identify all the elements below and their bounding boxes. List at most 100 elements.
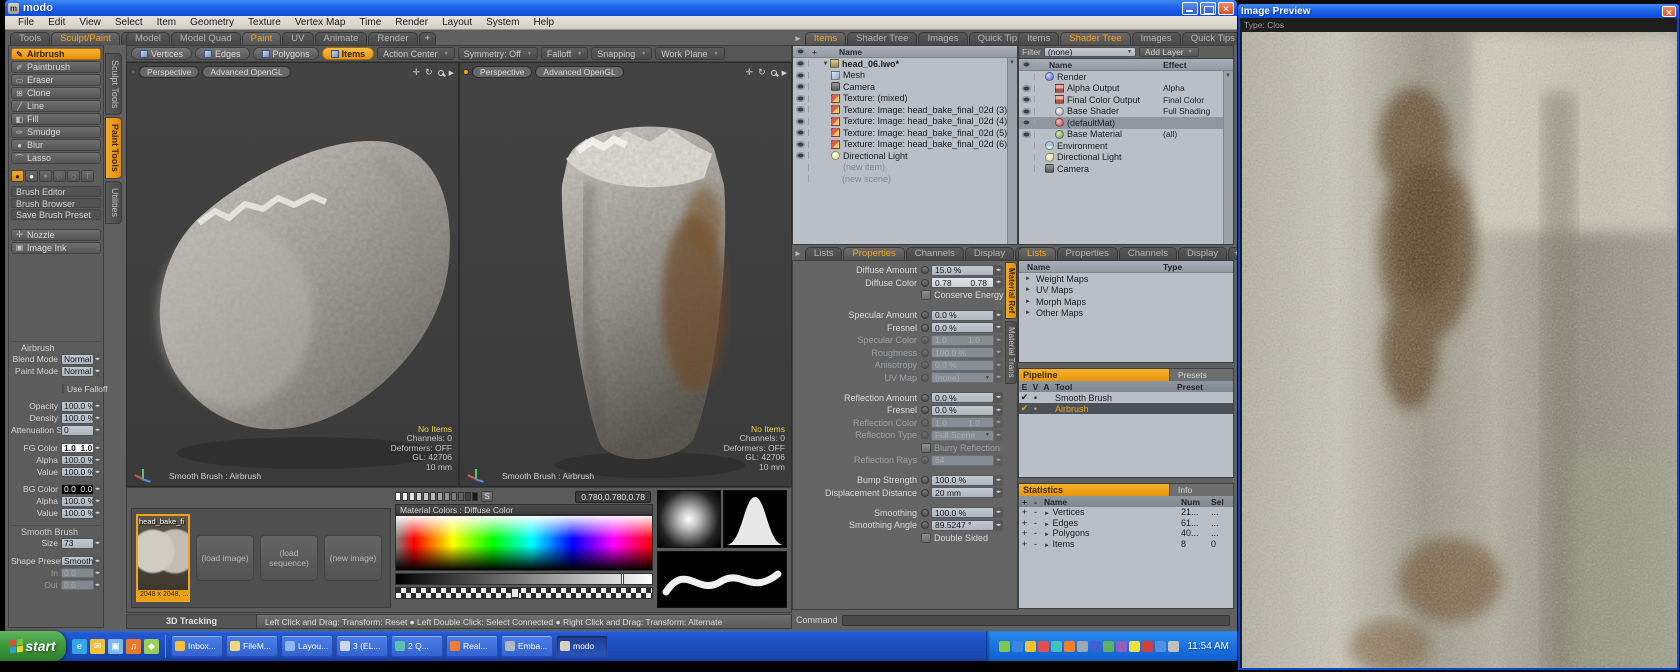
spinner-icon[interactable]: ◂▸ <box>994 347 1003 358</box>
alpha-slider-handle[interactable] <box>511 588 519 598</box>
expand-plus[interactable]: + <box>1019 539 1030 549</box>
property-value[interactable]: 20 mm <box>931 487 994 498</box>
channel-toggle-icon[interactable] <box>921 476 929 484</box>
expand-arrow-icon[interactable]: ► <box>1044 543 1050 549</box>
gray-swatch[interactable] <box>416 492 422 501</box>
visibility-toggle[interactable] <box>793 95 809 102</box>
menu-item[interactable]: Help <box>526 16 561 29</box>
property-value[interactable]: 100.0 % <box>931 475 994 486</box>
menu-item[interactable]: Texture <box>241 16 288 29</box>
property-value[interactable]: 1.0 1.0 1.0 <box>931 335 994 346</box>
visibility-toggle[interactable] <box>793 141 809 148</box>
brush-link[interactable]: Brush Browser <box>11 198 101 209</box>
layout-tab[interactable]: Model <box>126 32 170 45</box>
pipeline-title[interactable]: Pipeline <box>1019 369 1169 381</box>
visibility-toggle[interactable] <box>793 164 809 171</box>
start-button[interactable]: start <box>0 631 66 661</box>
expand-arrow-icon[interactable]: ► <box>1044 511 1050 517</box>
command-input[interactable] <box>842 615 1230 626</box>
visibility-toggle[interactable] <box>793 129 809 136</box>
spinner-icon[interactable]: ◂▸ <box>94 401 101 412</box>
panel-tab[interactable]: Images <box>918 32 967 45</box>
field-value[interactable]: 0.0 <box>61 568 94 579</box>
tool-button[interactable]: ✢ Nozzle <box>11 229 101 241</box>
field-value[interactable]: 0 <box>61 425 94 436</box>
channel-toggle-icon[interactable] <box>921 489 929 497</box>
property-value[interactable]: 0.0 % <box>931 392 994 403</box>
panel-tab[interactable]: + <box>1228 247 1237 260</box>
channel-toggle-icon[interactable] <box>921 456 929 464</box>
tray-icon[interactable] <box>1025 641 1036 652</box>
visibility-toggle[interactable] <box>793 60 809 67</box>
item-row[interactable]: ▼ head_06.lwo* <box>793 58 1017 70</box>
statistics-row[interactable]: + - ► Vertices 21... ... <box>1019 507 1233 518</box>
layout-tab[interactable]: Render <box>368 32 417 45</box>
brush-link[interactable]: Save Brush Preset <box>11 209 101 220</box>
channel-toggle-icon[interactable] <box>921 349 929 357</box>
field-value[interactable]: 0.0 0.0 0.0 <box>61 484 94 495</box>
taskbar-task[interactable]: Real... <box>446 635 498 657</box>
channel-toggle-icon[interactable] <box>921 311 929 319</box>
taskbar-task[interactable]: FileM... <box>226 635 278 657</box>
shader-row[interactable]: ► (defaultMat) <box>1019 117 1233 129</box>
expand-plus[interactable]: + <box>1019 507 1030 517</box>
shader-row[interactable]: ▼ Render <box>1019 71 1233 83</box>
value-gradient-slider[interactable] <box>395 573 653 585</box>
spinner-icon[interactable]: ◂▸ <box>994 487 1003 498</box>
expand-arrow-icon[interactable]: ► <box>1019 287 1028 293</box>
gray-swatch[interactable] <box>402 492 408 501</box>
taskbar-task[interactable]: 3 (EL... <box>336 635 388 657</box>
tool-button[interactable]: ✐ Paintbrush <box>11 61 101 73</box>
brush-link[interactable]: Brush Editor <box>11 186 101 197</box>
menu-item[interactable]: Geometry <box>183 16 241 29</box>
spinner-icon[interactable]: ◂▸ <box>994 405 1003 416</box>
channel-toggle-icon[interactable] <box>921 394 929 402</box>
zoom-icon[interactable] <box>771 70 777 76</box>
tool-button[interactable]: ● Blur <box>11 139 101 151</box>
checkbox[interactable] <box>62 384 64 393</box>
items-scrollbar[interactable] <box>1007 58 1017 244</box>
collapse-minus[interactable]: - <box>1030 539 1041 549</box>
spinner-icon[interactable]: ◂▸ <box>94 455 101 466</box>
zoom-icon[interactable] <box>438 70 444 76</box>
viewport-shading-button[interactable]: Advanced OpenGL <box>202 66 290 78</box>
checkbox[interactable] <box>921 533 931 543</box>
spinner-icon[interactable]: ◂▸ <box>994 360 1003 371</box>
property-value[interactable]: 64 <box>931 455 994 466</box>
pipeline-row[interactable]: ✔ • Smooth Brush <box>1019 392 1233 403</box>
menu-item[interactable]: View <box>72 16 108 29</box>
visibility-toggle[interactable] <box>1019 131 1035 138</box>
filter-dropdown[interactable]: (none) <box>1044 47 1136 58</box>
channel-toggle-icon[interactable] <box>921 279 929 287</box>
tray-icon[interactable] <box>1142 641 1153 652</box>
spinner-icon[interactable]: ◂▸ <box>94 580 101 591</box>
gray-swatch[interactable] <box>409 492 415 501</box>
property-value[interactable]: 100.0 % <box>931 507 994 518</box>
load-image-button[interactable]: (new image) <box>324 535 382 581</box>
gray-swatch[interactable] <box>444 492 450 501</box>
list-row[interactable]: ► Morph Maps <box>1019 296 1233 308</box>
show-desktop-icon[interactable]: ▣ <box>108 639 123 654</box>
field-value[interactable]: 100.0 % <box>61 455 94 466</box>
spinner-icon[interactable]: ◂▸ <box>994 455 1003 466</box>
channel-toggle-icon[interactable] <box>921 406 929 414</box>
gray-swatch[interactable] <box>458 492 464 501</box>
shader-row[interactable]: Camera <box>1019 163 1233 175</box>
visibility-toggle[interactable] <box>1019 165 1035 172</box>
rotate-icon[interactable]: ↻ <box>758 67 766 78</box>
active-dot[interactable]: • <box>1030 393 1041 403</box>
sidebar-vertical-tab[interactable]: Utilities <box>105 181 122 224</box>
active-dot[interactable]: • <box>1030 404 1041 414</box>
tray-icon[interactable] <box>1064 641 1075 652</box>
item-row[interactable]: Texture: Image: head_bake_final_02d (5) <box>793 127 1017 139</box>
field-value[interactable]: 100.0 % <box>61 496 94 507</box>
pipeline-row[interactable]: ✔ • Airbrush <box>1019 403 1233 414</box>
menu-item[interactable]: Time <box>352 16 388 29</box>
visibility-toggle[interactable] <box>793 83 809 90</box>
brush-tip-button[interactable]: ● <box>11 170 24 182</box>
menu-item[interactable]: System <box>479 16 526 29</box>
shader-row[interactable]: Base Material (all) <box>1019 129 1233 141</box>
toolbar-dropdown[interactable]: Falloff <box>541 47 588 60</box>
hue-gradient-field[interactable] <box>395 515 653 571</box>
item-row[interactable]: Texture: Image: head_bake_final_02d (3) <box>793 104 1017 116</box>
